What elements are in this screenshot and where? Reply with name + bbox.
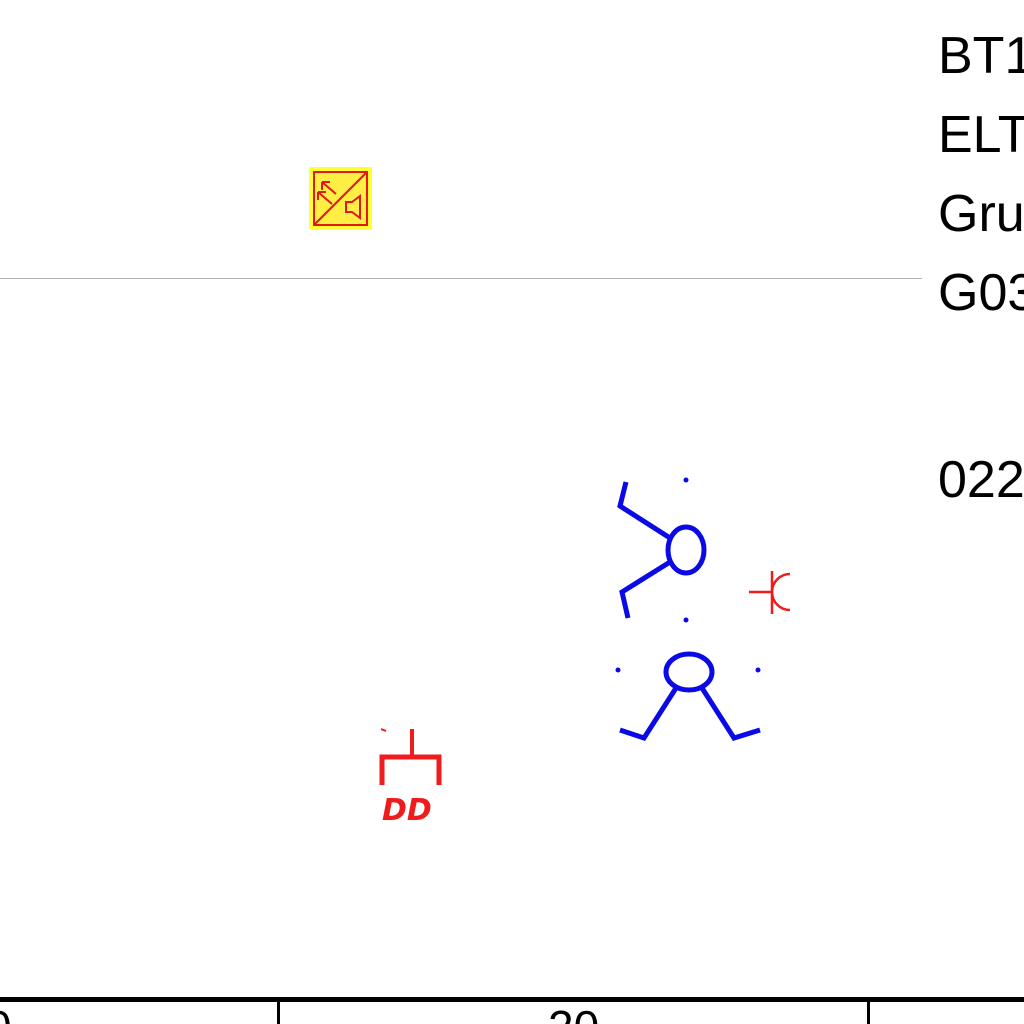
footer-scale-rule [0,997,1024,1002]
chair-top-icon[interactable] [610,472,720,632]
footer-label-mid: 20 [548,1004,599,1024]
chair-bottom-leg-right [699,686,761,741]
socket-icon[interactable] [746,566,796,618]
chair-top-arm-lower [619,559,672,619]
chair-top-seat [665,524,707,576]
chair-bottom-leg-left [619,686,679,741]
terminal-label: DD [382,793,432,828]
footer-label-left: 0 [0,1004,12,1024]
chair-bottom-seat [663,651,715,693]
yellow-square-alarm-icon[interactable] [308,166,374,232]
section-divider [0,278,922,279]
terminal-block-icon[interactable]: DD [378,725,444,828]
info-line-5: 022 [938,451,1024,509]
info-line-4: G03 [938,264,1024,322]
footer-tick-2 [867,1000,870,1024]
chair-bottom-dot-left [615,667,621,673]
info-line-1: BT1 [938,27,1024,85]
chair-bottom-icon[interactable] [610,648,770,748]
chair-bottom-dot-right [755,667,761,673]
chair-top-arm-upper [617,481,672,541]
chair-top-dot-lower [683,617,689,623]
socket-arc [770,572,791,612]
footer-tick-1 [277,1000,280,1024]
info-line-3: Gru [938,185,1024,243]
info-line-2: ELT [938,106,1024,164]
terminal-lead-mark [380,728,387,732]
chair-top-dot-upper [683,477,689,483]
floor-plan-canvas: BT1 ELT Gru G03 022 DD 0 [0,0,1024,1024]
terminal-bracket [379,754,442,785]
